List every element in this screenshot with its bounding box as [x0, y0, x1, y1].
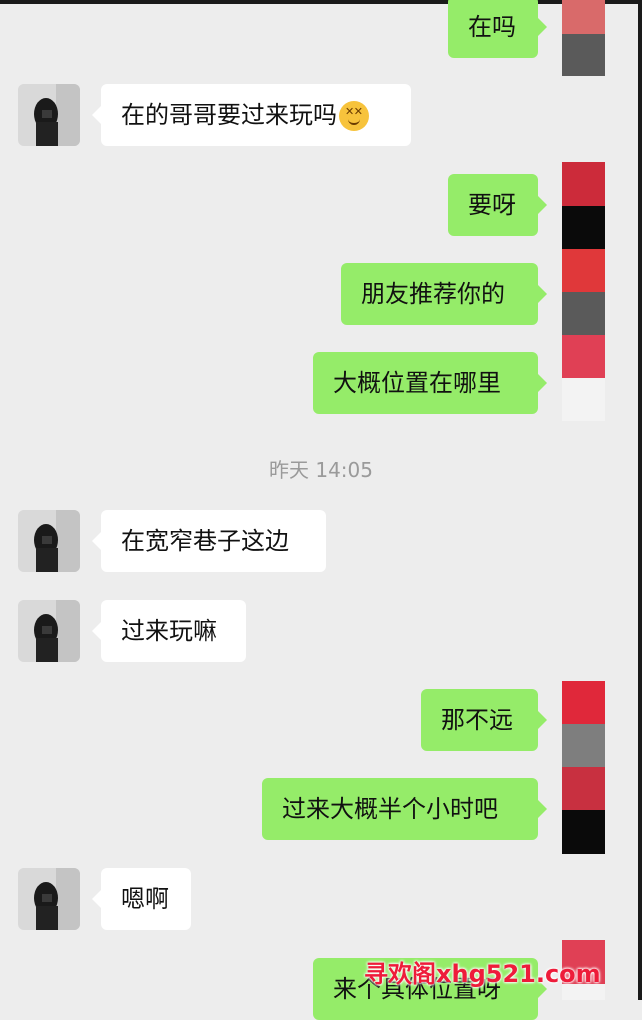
swatch	[562, 34, 605, 76]
swatch	[562, 810, 605, 854]
avatar-photo-icon	[18, 510, 80, 572]
swatch	[562, 292, 605, 335]
message-text: 大概位置在哪里	[333, 369, 501, 397]
contact-avatar[interactable]	[18, 868, 80, 930]
message-text: 过来大概半个小时吧	[282, 795, 498, 823]
message-text: 在吗	[468, 13, 516, 41]
swatch	[562, 162, 605, 206]
right-border	[638, 0, 642, 1000]
color-swatch-strip-1	[562, 0, 605, 76]
swatch	[562, 724, 605, 767]
swatch	[562, 249, 605, 292]
swatch	[562, 681, 605, 724]
outgoing-message-bubble[interactable]: 朋友推荐你的	[341, 263, 547, 325]
message-text: 那不远	[441, 706, 513, 734]
outgoing-message-bubble[interactable]: 大概位置在哪里	[313, 352, 547, 414]
avatar-photo-icon	[18, 600, 80, 662]
outgoing-message-bubble[interactable]: 在吗	[448, 0, 547, 58]
contact-avatar[interactable]	[18, 84, 80, 146]
swatch	[562, 335, 605, 378]
message-text: 朋友推荐你的	[361, 280, 505, 308]
message-text: 嗯啊	[121, 885, 169, 913]
contact-avatar[interactable]	[18, 600, 80, 662]
swatch	[562, 206, 605, 249]
swatch	[562, 378, 605, 421]
color-swatch-strip-2	[562, 162, 605, 421]
dizzy-face-emoji-icon	[339, 101, 369, 131]
incoming-message-bubble[interactable]: 过来玩嘛	[92, 600, 246, 662]
incoming-message-bubble[interactable]: 在的哥哥要过来玩吗	[92, 84, 411, 146]
top-border	[0, 0, 642, 4]
avatar-photo-icon	[18, 84, 80, 146]
color-swatch-strip-3	[562, 681, 605, 854]
contact-avatar[interactable]	[18, 510, 80, 572]
incoming-message-bubble[interactable]: 在宽窄巷子这边	[92, 510, 326, 572]
avatar-photo-icon	[18, 868, 80, 930]
watermark-text: 寻欢阁xhg521.com	[364, 960, 601, 988]
chat-timestamp: 昨天 14:05	[269, 458, 373, 482]
outgoing-message-bubble[interactable]: 那不远	[421, 689, 547, 751]
swatch	[562, 767, 605, 810]
incoming-message-bubble[interactable]: 嗯啊	[92, 868, 191, 930]
message-text: 在的哥哥要过来玩吗	[121, 101, 337, 129]
message-text: 在宽窄巷子这边	[121, 527, 289, 555]
swatch	[562, 0, 605, 34]
outgoing-message-bubble[interactable]: 要呀	[448, 174, 547, 236]
outgoing-message-bubble[interactable]: 过来大概半个小时吧	[262, 778, 547, 840]
message-text: 要呀	[468, 191, 516, 219]
message-text: 过来玩嘛	[121, 617, 217, 645]
